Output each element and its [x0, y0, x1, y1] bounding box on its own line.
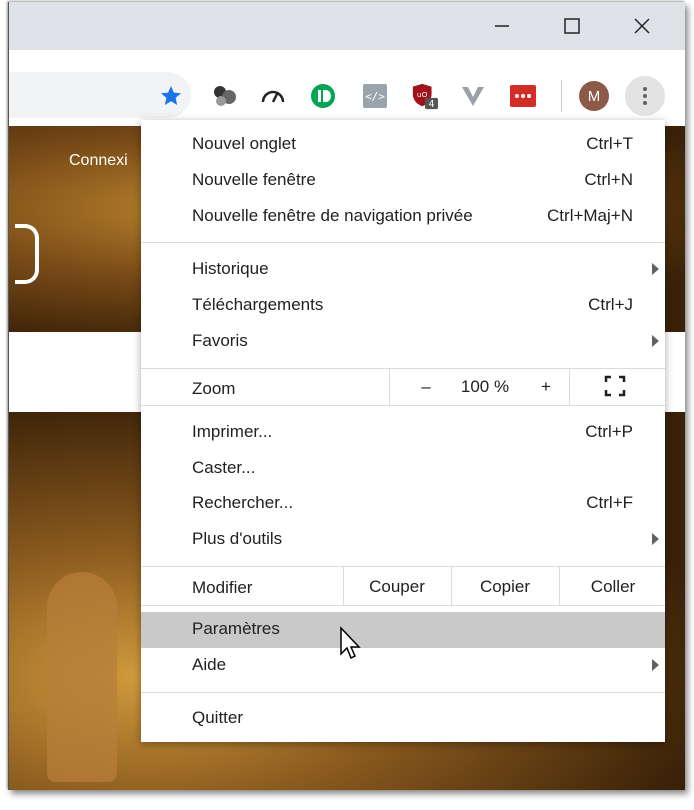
submenu-arrow-icon: [652, 263, 659, 275]
bookmark-star-icon[interactable]: [159, 84, 183, 108]
menu-divider: [141, 242, 665, 243]
cut-button[interactable]: Couper: [344, 577, 450, 597]
svg-text:</>: </>: [365, 90, 385, 103]
menu-item-label: Rechercher...: [192, 493, 294, 512]
submenu-arrow-icon: [652, 659, 659, 671]
ublock-badge-count: 4: [429, 99, 435, 110]
title-bar: [9, 2, 685, 50]
statue-image: [47, 572, 117, 782]
menu-item-label: Nouvelle fenêtre de navigation privée: [192, 206, 473, 225]
maximize-icon[interactable]: [549, 8, 595, 44]
menu-item-new-window[interactable]: Nouvelle fenêtre Ctrl+N: [141, 163, 665, 199]
zoom-divider: [569, 369, 570, 405]
menu-divider: [141, 692, 665, 693]
menu-item-label: Favoris: [192, 331, 248, 350]
menu-item-label: Historique: [192, 259, 269, 278]
speedometer-extension-icon[interactable]: [259, 82, 287, 110]
mouse-cursor-icon: [339, 626, 363, 662]
code-extension-icon[interactable]: </>: [361, 82, 389, 110]
edit-row: Modifier Couper Copier Coller: [141, 566, 665, 606]
edit-label: Modifier: [192, 578, 253, 597]
menu-item-shortcut: Ctrl+N: [584, 170, 633, 189]
zoom-in-button[interactable]: +: [531, 377, 561, 397]
green-extension-icon[interactable]: [309, 82, 337, 110]
v-extension-icon[interactable]: [459, 82, 487, 110]
submenu-arrow-icon: [652, 533, 659, 545]
menu-item-downloads[interactable]: Téléchargements Ctrl+J: [141, 288, 665, 324]
menu-item-history[interactable]: Historique: [141, 252, 665, 288]
paste-button[interactable]: Coller: [560, 577, 666, 597]
zoom-divider: [389, 369, 390, 405]
menu-item-label: Quitter: [192, 708, 244, 727]
menu-item-label: Caster...: [192, 458, 256, 477]
menu-item-cast[interactable]: Caster...: [141, 451, 665, 487]
menu-item-more-tools[interactable]: Plus d'outils: [141, 522, 665, 558]
menu-item-shortcut: Ctrl+J: [588, 295, 633, 314]
menu-item-settings[interactable]: Paramètres: [141, 612, 665, 648]
menu-item-label: Nouvel onglet: [192, 134, 296, 153]
zoom-out-button[interactable]: –: [411, 377, 441, 397]
menu-item-new-incognito-window[interactable]: Nouvelle fenêtre de navigation privée Ct…: [141, 199, 665, 235]
copy-button[interactable]: Copier: [452, 577, 558, 597]
menu-item-label: Paramètres: [192, 619, 280, 638]
menu-item-new-tab[interactable]: Nouvel onglet Ctrl+T: [141, 127, 665, 163]
menu-item-help[interactable]: Aide: [141, 648, 665, 684]
browser-toolbar: </> uO 4 M: [9, 50, 685, 122]
minimize-icon[interactable]: [479, 8, 525, 44]
profile-avatar[interactable]: M: [579, 81, 609, 111]
lastpass-icon[interactable]: [509, 82, 537, 110]
toolbar-separator: [561, 80, 562, 112]
menu-item-shortcut: Ctrl+T: [586, 134, 633, 153]
menu-item-label: Nouvelle fenêtre: [192, 170, 316, 189]
menu-item-label: Imprimer...: [192, 422, 273, 441]
submenu-arrow-icon: [652, 335, 659, 347]
screenshot-frame: </> uO 4 M Connexi Nouvel onglet Ctrl+T: [8, 2, 685, 790]
login-link[interactable]: Connexi: [69, 152, 128, 170]
kebab-menu-icon[interactable]: [625, 76, 665, 116]
svg-text:uO: uO: [417, 90, 428, 99]
zoom-level-value: 100 %: [460, 377, 510, 396]
menu-item-quit[interactable]: Quitter: [141, 701, 665, 737]
extension-balls-icon[interactable]: [211, 82, 239, 110]
menu-item-shortcut: Ctrl+F: [586, 493, 633, 512]
menu-item-label: Aide: [192, 655, 227, 674]
menu-item-label: Plus d'outils: [192, 529, 283, 548]
menu-item-label: Téléchargements: [192, 295, 324, 314]
menu-item-shortcut: Ctrl+Maj+N: [547, 206, 633, 225]
menu-item-find[interactable]: Rechercher... Ctrl+F: [141, 486, 665, 522]
menu-item-shortcut: Ctrl+P: [585, 422, 633, 441]
close-icon[interactable]: [619, 8, 665, 44]
menu-item-bookmarks[interactable]: Favoris: [141, 324, 665, 360]
menu-item-print[interactable]: Imprimer... Ctrl+P: [141, 415, 665, 451]
zoom-label: Zoom: [192, 379, 236, 398]
ublock-shield-icon[interactable]: uO 4: [411, 82, 439, 110]
fullscreen-icon[interactable]: [603, 375, 627, 402]
zoom-row: Zoom – 100 % +: [141, 368, 665, 406]
chrome-main-menu: Nouvel onglet Ctrl+T Nouvelle fenêtre Ct…: [141, 120, 665, 742]
site-logo: [15, 224, 39, 284]
